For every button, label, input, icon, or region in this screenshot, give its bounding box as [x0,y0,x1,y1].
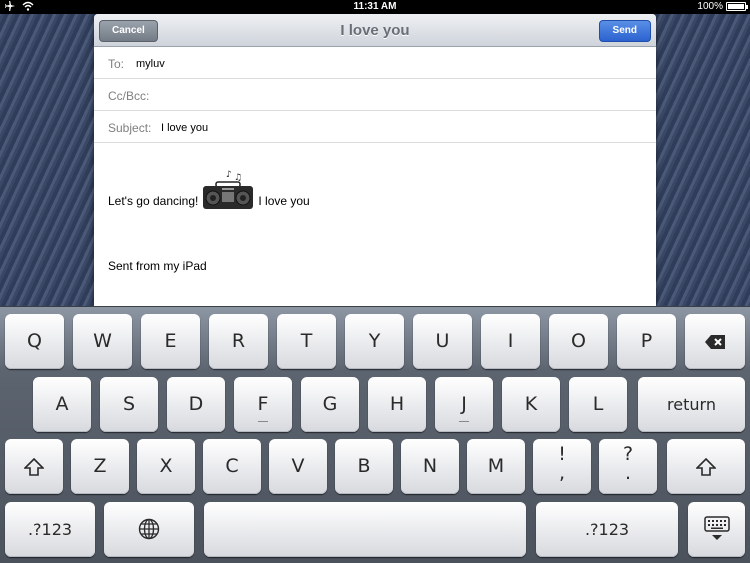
backspace-icon [705,335,725,349]
message-body[interactable]: Let's go dancing! ♪ ♫ I love you Sent fr… [94,143,656,303]
to-label: To: [108,57,125,71]
key-question-period[interactable]: ? . [599,439,657,494]
key-o[interactable]: O [549,314,608,369]
key-w[interactable]: W [73,314,132,369]
subject-field[interactable]: Subject: I love you [94,111,656,143]
to-field[interactable]: To: myluv [94,47,656,79]
send-button[interactable]: Send [598,20,651,42]
shift-icon [23,457,45,476]
shift-icon [695,457,717,476]
to-value[interactable]: myluv [136,58,165,70]
signature: Sent from my iPad [108,259,207,273]
numbers-key-right[interactable]: .?123 [536,502,678,557]
key-p[interactable]: P [617,314,676,369]
home-key-marker [459,421,469,422]
status-right: 100% [697,1,748,12]
globe-icon [138,518,160,540]
key-k[interactable]: K [502,377,560,432]
key-u[interactable]: U [413,314,472,369]
key-exclamation-comma[interactable]: ! , [533,439,591,494]
key-comma-label: , [558,462,566,484]
key-y[interactable]: Y [345,314,404,369]
home-key-marker [258,421,268,422]
key-z[interactable]: Z [71,439,129,494]
key-q[interactable]: Q [5,314,64,369]
compose-nav-bar: Cancel I love you Send [94,14,656,47]
key-d[interactable]: D [167,377,225,432]
key-question-label: ? [622,443,634,465]
status-time: 11:31 AM [353,1,397,12]
key-e[interactable]: E [141,314,200,369]
key-s[interactable]: S [100,377,158,432]
key-r[interactable]: R [209,314,268,369]
key-f[interactable]: F [234,377,292,432]
cc-bcc-label: Cc/Bcc: [108,89,150,103]
key-j[interactable]: J [435,377,493,432]
key-period-label: . [624,462,632,484]
body-text-after: I love you [258,194,310,208]
shift-key-right[interactable] [667,439,745,494]
delete-key[interactable] [685,314,745,369]
dismiss-keyboard-key[interactable] [688,502,745,557]
status-bar: 11:31 AM 100% [0,0,750,14]
key-c[interactable]: C [203,439,261,494]
battery-percentage: 100% [697,1,723,12]
key-g[interactable]: G [301,377,359,432]
shift-key-left[interactable] [5,439,63,494]
return-key[interactable]: return [638,377,745,432]
globe-key[interactable] [104,502,194,557]
key-m[interactable]: M [467,439,525,494]
space-key[interactable] [204,502,526,557]
battery-icon [726,2,748,11]
key-i[interactable]: I [481,314,540,369]
svg-text:♪: ♪ [226,170,232,180]
subject-label: Subject: [108,121,152,135]
subject-value[interactable]: I love you [161,122,208,134]
body-line: Let's go dancing! ♪ ♫ I love you [108,168,310,210]
cc-bcc-field[interactable]: Cc/Bcc: [94,79,656,111]
keyboard: Q W E R T Y U I O P A S D F G H J K L re… [0,306,750,563]
keyboard-dismiss-icon [703,516,730,540]
compose-sheet: Cancel I love you Send To: myluv Cc/Bcc:… [94,14,656,306]
key-h[interactable]: H [368,377,426,432]
key-f-label: F [257,393,269,415]
key-x[interactable]: X [137,439,195,494]
numbers-key-left[interactable]: .?123 [5,502,95,557]
key-l[interactable]: L [569,377,627,432]
key-b[interactable]: B [335,439,393,494]
compose-title: I love you [340,22,410,39]
body-text-before: Let's go dancing! [108,194,199,208]
boombox-emoji-icon: ♪ ♫ [203,170,254,209]
key-j-label: J [461,393,467,415]
key-n[interactable]: N [401,439,459,494]
battery-fill [728,4,744,9]
key-v[interactable]: V [269,439,327,494]
key-exclamation-label: ! [558,443,566,465]
key-a[interactable]: A [33,377,91,432]
key-t[interactable]: T [277,314,336,369]
